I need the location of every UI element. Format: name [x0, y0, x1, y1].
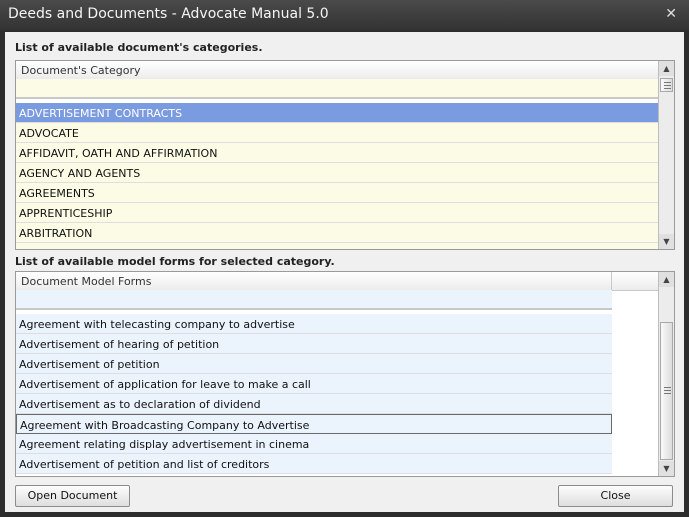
forms-scrollbar[interactable]: ▲ ▼ — [658, 272, 674, 476]
scroll-thumb[interactable] — [660, 322, 673, 460]
scroll-thumb[interactable] — [660, 78, 673, 92]
category-row[interactable]: APPRENTICESHIP — [16, 203, 658, 223]
categories-label: List of available document's categories. — [15, 41, 263, 54]
category-row[interactable]: AGENCY AND AGENTS — [16, 163, 658, 183]
form-row-label: Advertisement as to declaration of divid… — [19, 398, 261, 411]
title-bar[interactable]: Deeds and Documents - Advocate Manual 5.… — [0, 0, 689, 30]
category-row-label: AFFIDAVIT, OATH AND AFFIRMATION — [19, 147, 218, 160]
forms-header-filler — [611, 272, 658, 291]
form-row[interactable]: Advertisement as to declaration of divid… — [16, 394, 612, 414]
category-row-label: ADVERTISEMENT CONTRACTS — [19, 107, 183, 120]
form-row-label: Agreement relating display advertisement… — [19, 438, 310, 451]
categories-grid[interactable]: Document's Category ADVERTISEMENT CONTRA… — [15, 60, 675, 250]
category-row[interactable]: AGREEMENTS — [16, 183, 658, 203]
category-row-label: AGENCY AND AGENTS — [19, 167, 141, 180]
app-window: Deeds and Documents - Advocate Manual 5.… — [0, 0, 689, 517]
scroll-down-icon[interactable]: ▼ — [659, 461, 674, 476]
category-row[interactable]: ADVERTISEMENT CONTRACTS — [16, 103, 658, 123]
form-row-label: Advertisement of petition and list of cr… — [19, 458, 270, 471]
open-document-button[interactable]: Open Document — [15, 485, 130, 507]
scroll-down-icon[interactable]: ▼ — [659, 234, 674, 249]
client-area: List of available document's categories.… — [5, 32, 684, 512]
category-row[interactable]: ARBITRATION — [16, 223, 658, 243]
category-row-label: ARBITRATION — [19, 227, 93, 240]
form-row-label: Advertisement of hearing of petition — [19, 338, 220, 351]
categories-column-header[interactable]: Document's Category — [16, 61, 658, 80]
category-row[interactable]: ADVOCATE — [16, 123, 658, 143]
close-icon[interactable]: ✕ — [665, 6, 677, 22]
form-row-label: Advertisement of petition — [19, 358, 160, 371]
form-row[interactable]: Advertisement of hearing of petition — [16, 334, 612, 354]
forms-label: List of available model forms for select… — [15, 255, 335, 268]
scroll-up-icon[interactable]: ▲ — [659, 272, 674, 287]
form-row[interactable]: Advertisement of petition and list of cr… — [16, 454, 612, 474]
form-row[interactable]: Agreement relating display advertisement… — [16, 434, 612, 454]
categories-filter-row[interactable] — [16, 79, 658, 99]
category-row-label: ADVOCATE — [19, 127, 79, 140]
form-row[interactable]: Advertisement of application for leave t… — [16, 374, 612, 394]
form-row[interactable]: Agreement with telecasting company to ad… — [16, 314, 612, 334]
form-row-label: Agreement with Broadcasting Company to A… — [20, 419, 310, 432]
category-row-label: AGREEMENTS — [19, 187, 95, 200]
scroll-up-icon[interactable]: ▲ — [659, 61, 674, 76]
forms-filter-row[interactable] — [16, 290, 612, 310]
category-row-empty — [16, 243, 658, 249]
close-button[interactable]: Close — [558, 485, 673, 507]
window-title: Deeds and Documents - Advocate Manual 5.… — [8, 6, 329, 22]
forms-grid[interactable]: Document Model Forms Agreement with tele… — [15, 271, 675, 477]
form-row[interactable]: Agreement with Broadcasting Company to A… — [16, 414, 612, 434]
category-row[interactable]: AFFIDAVIT, OATH AND AFFIRMATION — [16, 143, 658, 163]
form-row-label: Agreement with telecasting company to ad… — [19, 318, 295, 331]
category-row-label: APPRENTICESHIP — [19, 207, 113, 220]
categories-scrollbar[interactable]: ▲ ▼ — [658, 61, 674, 249]
forms-column-header[interactable]: Document Model Forms — [16, 272, 612, 291]
form-row[interactable]: Advertisement of petition — [16, 354, 612, 374]
form-row-label: Advertisement of application for leave t… — [19, 378, 311, 391]
